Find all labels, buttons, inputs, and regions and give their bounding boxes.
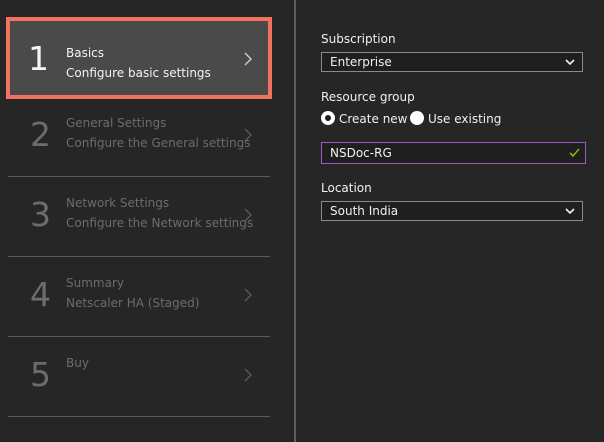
subscription-dropdown[interactable]: Enterprise [321, 52, 583, 72]
step-number: 2 [30, 115, 51, 154]
resource-group-name-input[interactable]: NSDoc-RG [321, 142, 586, 164]
step-number: 3 [30, 195, 51, 234]
step-subtitle: Configure the Network settings [66, 216, 254, 230]
chevron-right-icon [244, 288, 252, 302]
step-summary[interactable]: 4 Summary Netscaler HA (Staged) [8, 257, 270, 337]
chevron-right-icon [244, 128, 252, 142]
step-title: Basics [66, 46, 105, 60]
resource-group-name-value: NSDoc-RG [330, 146, 392, 160]
step-basics[interactable]: 1 Basics Configure basic settings [6, 17, 272, 99]
step-divider [8, 416, 270, 417]
step-title: General Settings [66, 116, 167, 130]
step-subtitle: Configure basic settings [66, 66, 211, 80]
step-general-settings[interactable]: 2 General Settings Configure the General… [8, 97, 270, 177]
step-subtitle: Netscaler HA (Staged) [66, 296, 200, 310]
step-number: 1 [28, 39, 49, 78]
step-title: Buy [66, 356, 89, 370]
step-subtitle: Configure the General settings [66, 136, 251, 150]
chevron-right-icon [244, 208, 252, 222]
step-number: 4 [30, 275, 51, 314]
subscription-value: Enterprise [330, 55, 392, 69]
wizard-blade: 1 Basics Configure basic settings 2 Gene… [0, 0, 604, 442]
use-existing-radio[interactable] [410, 111, 424, 125]
location-value: South India [330, 204, 399, 218]
step-buy[interactable]: 5 Buy [8, 337, 270, 417]
wizard-steps-pane: 1 Basics Configure basic settings 2 Gene… [0, 0, 294, 442]
checkmark-icon [569, 148, 580, 158]
basics-form: Subscription Enterprise Resource group C… [296, 0, 604, 442]
subscription-label: Subscription [321, 32, 396, 46]
step-number: 5 [30, 355, 51, 394]
step-network-settings[interactable]: 3 Network Settings Configure the Network… [8, 177, 270, 257]
use-existing-label[interactable]: Use existing [428, 111, 501, 127]
chevron-right-icon [244, 368, 252, 382]
create-new-radio[interactable] [321, 111, 335, 125]
location-dropdown[interactable]: South India [321, 201, 583, 221]
chevron-right-icon [244, 52, 252, 66]
step-title: Summary [66, 276, 124, 290]
chevron-down-icon [565, 208, 575, 215]
location-label: Location [321, 181, 372, 195]
resource-group-label: Resource group [321, 90, 415, 104]
chevron-down-icon [565, 59, 575, 66]
step-title: Network Settings [66, 196, 170, 210]
create-new-label[interactable]: Create new [339, 111, 408, 127]
